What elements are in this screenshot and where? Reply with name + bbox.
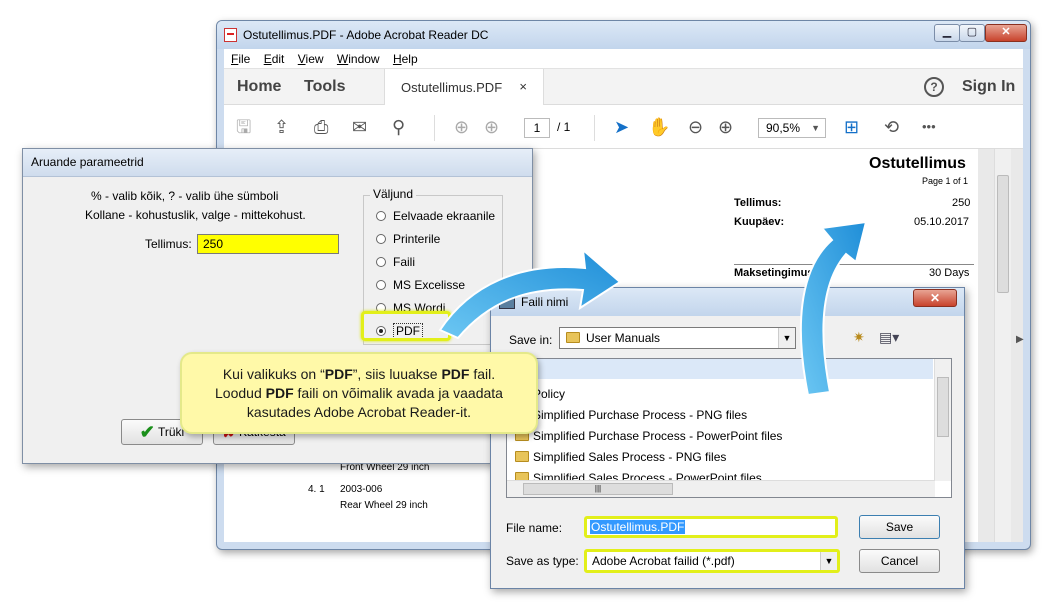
zoom-out-icon[interactable]: ⊖ xyxy=(688,118,703,136)
radio-excel[interactable]: MS Excelisse xyxy=(376,278,465,292)
chevron-down-icon: ▼ xyxy=(811,123,820,133)
document-divider xyxy=(734,264,974,265)
order-field[interactable]: 250 xyxy=(197,234,339,254)
file-name-input[interactable]: Ostutellimus.PDF xyxy=(584,516,838,538)
tab-document-label: Ostutellimus.PDF xyxy=(401,80,503,95)
chevron-right-icon[interactable]: ▶ xyxy=(1016,334,1024,345)
save-icon[interactable]: 🖫 xyxy=(236,118,251,136)
maximize-button[interactable]: ▢ xyxy=(959,24,985,42)
menu-help[interactable]: Help xyxy=(393,49,418,69)
tab-home[interactable]: Home xyxy=(237,78,281,96)
save-in-value: User Manuals xyxy=(586,331,661,345)
minimize-button[interactable]: ▁ xyxy=(934,24,960,42)
chevron-down-icon: ▼ xyxy=(778,328,795,348)
save-dialog-title: Faili nimi xyxy=(521,295,569,309)
callout-line2: Loodud PDF faili on võimalik avada ja va… xyxy=(215,385,503,401)
mail-icon[interactable]: ✉ xyxy=(352,118,367,136)
order-value: 250 xyxy=(952,197,971,209)
file-name-label: File name: xyxy=(506,521,563,535)
file-list-hscroll[interactable]: ||| xyxy=(507,480,935,497)
order-label: Tellimus: xyxy=(734,197,782,209)
dialog-app-icon xyxy=(499,295,515,309)
output-legend: Väljund xyxy=(370,187,417,201)
hint-wildcards: % - valib kõik, ? - valib ühe sümboli xyxy=(91,189,279,203)
payment-label: Maksetingimus xyxy=(734,267,814,279)
help-icon[interactable]: ? xyxy=(924,77,944,97)
report-params-title: Aruande parameetrid xyxy=(23,149,532,177)
chevron-down-icon: ▼ xyxy=(820,552,837,570)
prev-page-icon[interactable]: ⊕ xyxy=(454,118,469,136)
sign-in-link[interactable]: Sign In xyxy=(962,78,1015,96)
save-in-label: Save in: xyxy=(509,333,553,347)
line-code-2: 2003-006 xyxy=(340,484,383,495)
menu-edit[interactable]: Edit xyxy=(264,49,285,69)
list-item[interactable]: Simplified Purchase Process - PNG files xyxy=(515,408,747,422)
line-desc-2: Rear Wheel 29 inch xyxy=(340,500,428,511)
save-dialog-titlebar: Faili nimi ✕ xyxy=(491,288,964,316)
close-window-button[interactable]: ✕ xyxy=(985,24,1027,42)
date-label: Kuupäev: xyxy=(734,216,785,228)
date-value: 05.10.2017 xyxy=(914,216,970,228)
document-title: Ostutellimus xyxy=(869,155,966,172)
payment-value: 30 Days xyxy=(929,267,970,279)
print-icon[interactable]: ⎙ xyxy=(314,118,328,136)
upload-icon[interactable]: ⇪ xyxy=(274,118,289,136)
fit-page-icon[interactable]: ⊞ xyxy=(844,118,859,136)
menu-window[interactable]: Window xyxy=(337,49,380,69)
folder-icon xyxy=(566,332,580,343)
menu-view[interactable]: View xyxy=(298,49,324,69)
close-dialog-button[interactable]: ✕ xyxy=(913,289,957,307)
file-list[interactable]: Policy Simplified Purchase Process - PNG… xyxy=(506,358,952,498)
document-scrollbar[interactable] xyxy=(994,149,1011,542)
next-page-icon[interactable]: ⊕ xyxy=(484,118,499,136)
order-field-label: Tellimus: xyxy=(145,237,192,251)
close-tab-icon[interactable]: × xyxy=(519,79,527,94)
radio-screen-preview[interactable]: Eelvaade ekraanile xyxy=(376,209,495,223)
tab-tools[interactable]: Tools xyxy=(304,78,345,96)
page-number-input[interactable]: 1 xyxy=(524,118,550,138)
save-type-select[interactable]: Adobe Acrobat failid (*.pdf) ▼ xyxy=(584,549,840,573)
toolbar: 🖫 ⇪ ⎙ ✉ ⚲ ⊕ ⊕ 1 / 1 ➤ ✋ ⊖ ⊕ 90,5% ▼ ⊞ ⟲ … xyxy=(224,105,1023,149)
cancel-save-button[interactable]: Cancel xyxy=(859,549,940,573)
tab-document[interactable]: Ostutellimus.PDF × xyxy=(384,69,544,105)
menu-bar: File Edit View Window Help xyxy=(224,49,1023,69)
save-in-select[interactable]: User Manuals ▼ xyxy=(559,327,796,349)
hand-tool-icon[interactable]: ✋ xyxy=(648,118,670,136)
file-list-vscroll[interactable] xyxy=(934,359,951,481)
save-file-dialog: Faili nimi ✕ Save in: User Manuals ▼ ⇦ ✷… xyxy=(490,287,965,589)
save-type-label: Save as type: xyxy=(506,554,579,568)
acrobat-titlebar: Ostutellimus.PDF - Adobe Acrobat Reader … xyxy=(217,21,1030,49)
zoom-select[interactable]: 90,5% ▼ xyxy=(758,118,826,138)
line-no-2: 4. 1 xyxy=(308,484,325,495)
page-total: / 1 xyxy=(557,120,571,134)
list-item[interactable]: Simplified Purchase Process - PowerPoint… xyxy=(515,429,782,443)
more-tools-icon[interactable]: ••• xyxy=(922,118,936,136)
save-button[interactable]: Save xyxy=(859,515,940,539)
radio-file[interactable]: Faili xyxy=(376,255,415,269)
tab-bar: Home Tools Ostutellimus.PDF × ? Sign In xyxy=(224,69,1023,105)
check-icon: ✔ xyxy=(139,422,155,442)
view-menu-icon[interactable]: ▤▾ xyxy=(879,329,899,346)
radio-printer[interactable]: Printerile xyxy=(376,232,440,246)
explanation-callout: Kui valikuks on “PDF”, siis luuakse PDF … xyxy=(180,352,538,434)
pdf-option-highlight xyxy=(361,311,451,341)
select-cursor-icon[interactable]: ➤ xyxy=(614,118,629,136)
save-type-value: Adobe Acrobat failid (*.pdf) xyxy=(592,554,735,568)
zoom-in-icon[interactable]: ⊕ xyxy=(718,118,733,136)
acrobat-title: Ostutellimus.PDF - Adobe Acrobat Reader … xyxy=(243,28,489,42)
back-icon[interactable]: ⇦ xyxy=(806,330,818,347)
new-folder-icon[interactable]: ✷ xyxy=(853,329,865,346)
document-page-of: Page 1 of 1 xyxy=(922,176,969,186)
menu-file[interactable]: File xyxy=(231,49,250,69)
hint-colors: Kollane - kohustuslik, valge - mittekohu… xyxy=(85,208,306,222)
file-name-value: Ostutellimus.PDF xyxy=(590,520,686,534)
search-icon[interactable]: ⚲ xyxy=(392,118,405,136)
callout-line3: kasutades Adobe Acrobat Reader-it. xyxy=(246,404,472,420)
pdf-file-icon xyxy=(224,28,237,42)
zoom-value: 90,5% xyxy=(766,121,801,135)
rotate-icon[interactable]: ⟲ xyxy=(884,118,899,136)
list-item[interactable]: Simplified Sales Process - PNG files xyxy=(515,450,726,464)
callout-line1: Kui valikuks on “PDF”, siis luuakse PDF … xyxy=(222,366,496,382)
file-list-selection xyxy=(507,359,933,379)
